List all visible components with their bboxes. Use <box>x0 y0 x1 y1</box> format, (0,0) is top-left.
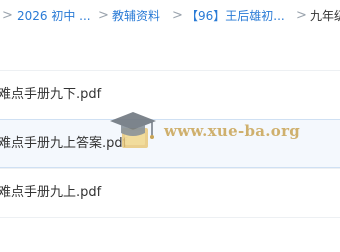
graduation-cap-icon <box>110 112 156 148</box>
breadcrumb-separator-icon: > <box>296 8 307 23</box>
file-name: 难点手册九下.pdf <box>0 87 102 102</box>
breadcrumb-current-folder: 九年级 <box>310 9 340 23</box>
file-list-divider <box>0 217 340 252</box>
breadcrumb-separator-icon: > <box>2 8 13 23</box>
breadcrumb-item-series-folder[interactable]: 【96】王后雄初... <box>186 8 285 24</box>
file-row[interactable]: 难点手册九上.pdf <box>0 168 340 217</box>
breadcrumb-separator-icon: > <box>172 8 183 23</box>
file-name: 难点手册九上.pdf <box>0 185 102 200</box>
watermark-text: www.xue-ba.org <box>164 122 301 140</box>
breadcrumb-item-materials-folder[interactable]: 教辅资料 <box>112 8 160 24</box>
watermark: www.xue-ba.org <box>108 106 308 156</box>
breadcrumb: > 2026 初中 ... > 教辅资料 > 【96】王后雄初... > 九年级 <box>0 0 340 32</box>
file-browser: > 2026 初中 ... > 教辅资料 > 【96】王后雄初... > 九年级… <box>0 0 340 252</box>
breadcrumb-separator-icon: > <box>98 8 109 23</box>
breadcrumb-item-grade-folder[interactable]: 2026 初中 ... <box>17 8 91 24</box>
